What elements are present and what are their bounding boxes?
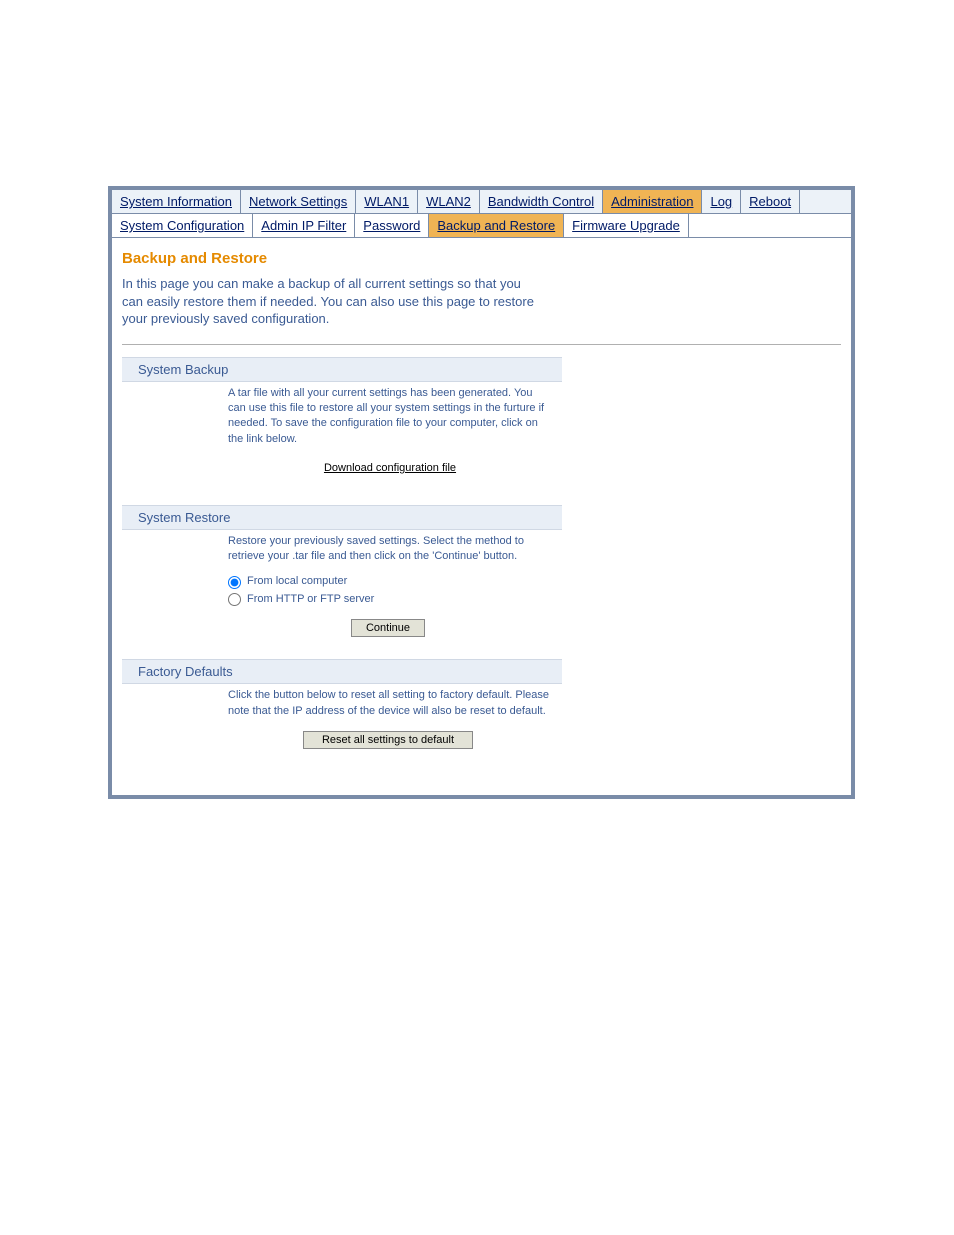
section-system-backup: System Backup A tar file with all your c… bbox=[122, 357, 562, 491]
reset-defaults-button[interactable]: Reset all settings to default bbox=[303, 731, 473, 749]
tab-bandwidth-control[interactable]: Bandwidth Control bbox=[480, 190, 603, 213]
tab-reboot[interactable]: Reboot bbox=[741, 190, 800, 213]
backup-text: A tar file with all your current setting… bbox=[228, 386, 552, 448]
tab-network-settings[interactable]: Network Settings bbox=[241, 190, 356, 213]
radio-from-local-label: From local computer bbox=[247, 574, 347, 589]
tab-system-information[interactable]: System Information bbox=[112, 190, 241, 213]
tab-wlan2[interactable]: WLAN2 bbox=[418, 190, 480, 213]
content-area: Backup and Restore In this page you can … bbox=[112, 238, 851, 795]
page-title: Backup and Restore bbox=[122, 250, 841, 267]
page-description: In this page you can make a backup of al… bbox=[122, 275, 542, 328]
divider bbox=[122, 344, 841, 345]
defaults-text: Click the button below to reset all sett… bbox=[228, 688, 552, 719]
continue-button[interactable]: Continue bbox=[351, 619, 425, 637]
main-panel: System Information Network Settings WLAN… bbox=[108, 186, 855, 799]
subtab-admin-ip-filter[interactable]: Admin IP Filter bbox=[253, 214, 355, 237]
radio-from-local[interactable] bbox=[228, 576, 241, 589]
tab-wlan1[interactable]: WLAN1 bbox=[356, 190, 418, 213]
subtab-system-configuration[interactable]: System Configuration bbox=[112, 214, 253, 237]
main-tabbar: System Information Network Settings WLAN… bbox=[112, 190, 851, 213]
section-header-defaults: Factory Defaults bbox=[122, 659, 562, 684]
restore-text: Restore your previously saved settings. … bbox=[228, 534, 552, 565]
subtab-firmware-upgrade[interactable]: Firmware Upgrade bbox=[564, 214, 689, 237]
download-config-link[interactable]: Download configuration file bbox=[230, 461, 550, 476]
section-header-restore: System Restore bbox=[122, 505, 562, 530]
radio-from-http-label: From HTTP or FTP server bbox=[247, 592, 374, 607]
subtab-password[interactable]: Password bbox=[355, 214, 429, 237]
radio-from-http-row[interactable]: From HTTP or FTP server bbox=[228, 592, 552, 607]
section-system-restore: System Restore Restore your previously s… bbox=[122, 505, 562, 646]
tab-log[interactable]: Log bbox=[702, 190, 741, 213]
radio-from-local-row[interactable]: From local computer bbox=[228, 574, 552, 589]
section-factory-defaults: Factory Defaults Click the button below … bbox=[122, 659, 562, 757]
tab-administration[interactable]: Administration bbox=[603, 190, 702, 213]
radio-from-http[interactable] bbox=[228, 593, 241, 606]
subtab-backup-and-restore[interactable]: Backup and Restore bbox=[429, 214, 564, 237]
sub-tabbar: System Configuration Admin IP Filter Pas… bbox=[112, 213, 851, 238]
section-header-backup: System Backup bbox=[122, 357, 562, 382]
